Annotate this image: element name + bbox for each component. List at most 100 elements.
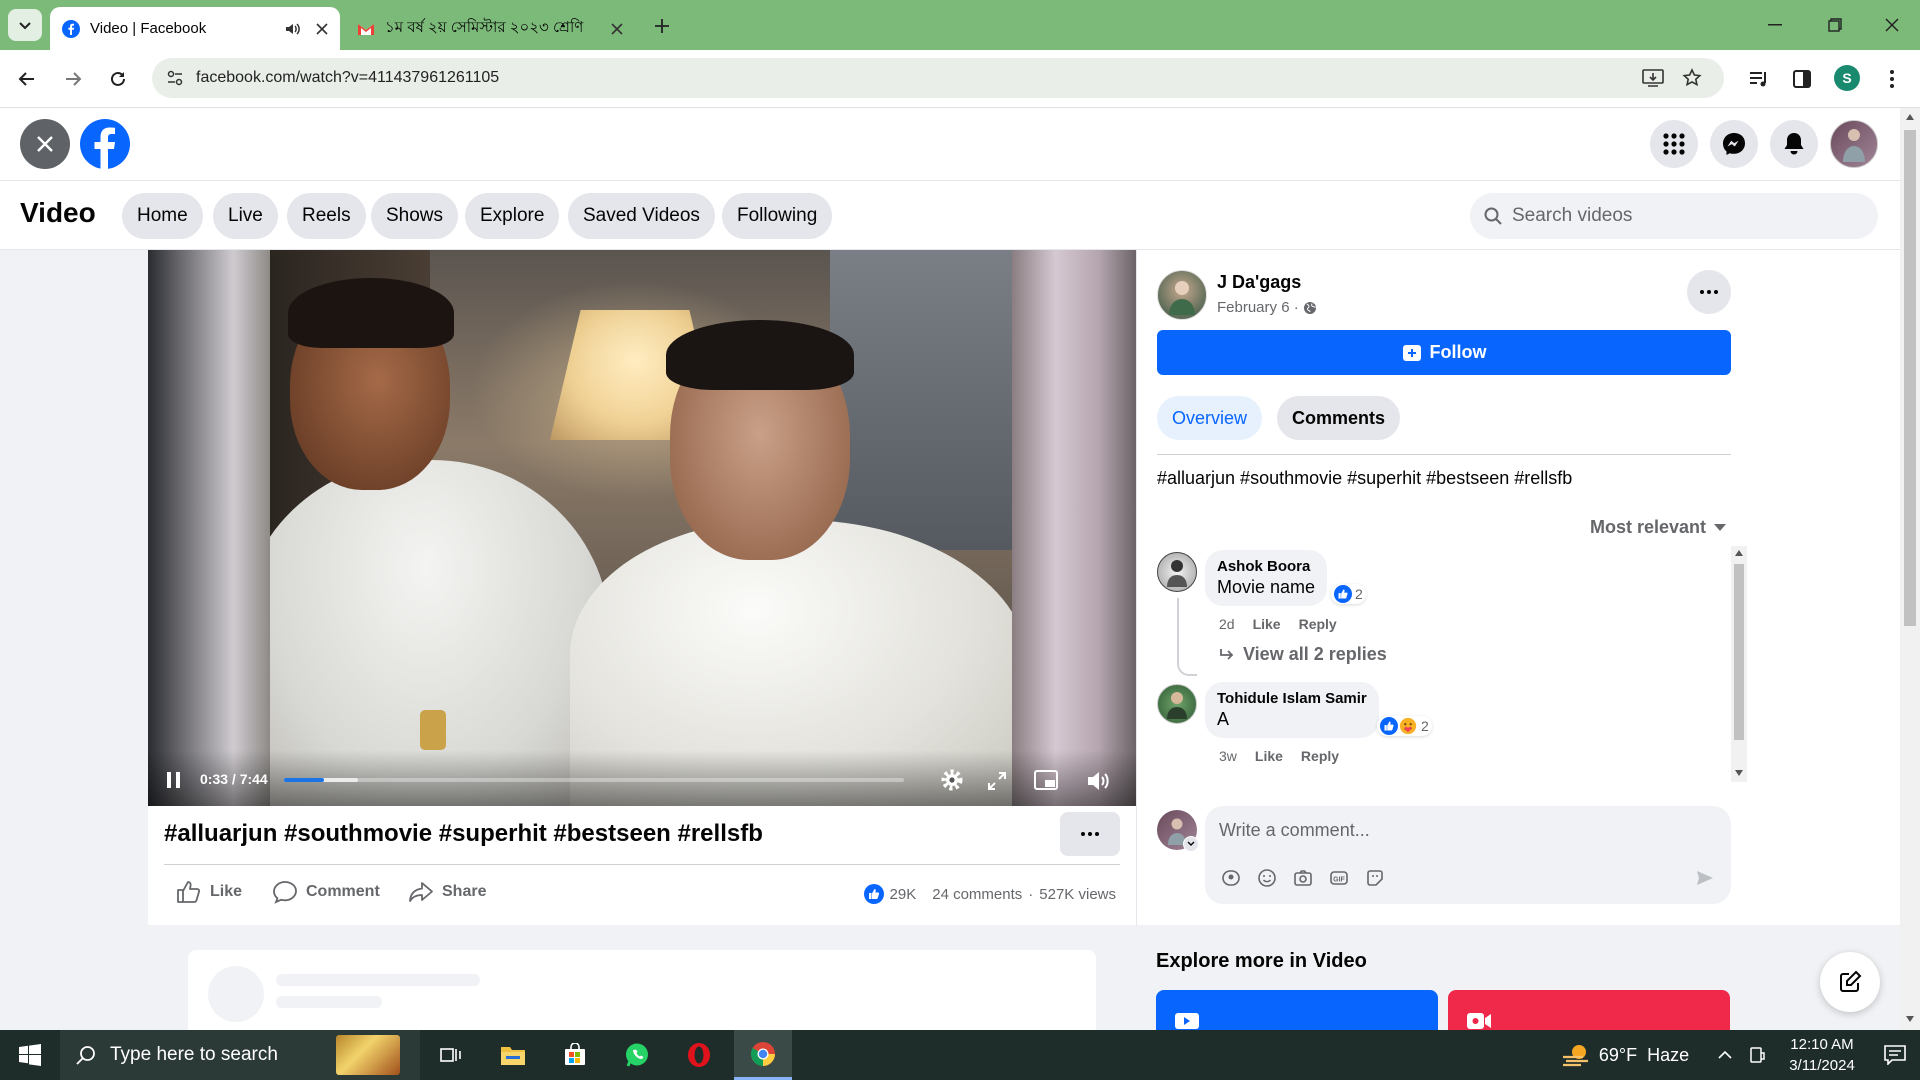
- follow-button[interactable]: Follow: [1157, 330, 1731, 375]
- nav-explore[interactable]: Explore: [465, 193, 560, 239]
- reload-button[interactable]: [103, 64, 133, 94]
- send-icon[interactable]: [1695, 868, 1715, 888]
- scroll-down-icon[interactable]: [1735, 770, 1743, 776]
- comment-reply-link[interactable]: Reply: [1299, 616, 1337, 632]
- nav-reels[interactable]: Reels: [287, 193, 366, 239]
- comment-age[interactable]: 3w: [1219, 748, 1237, 764]
- explore-card-videos[interactable]: [1156, 990, 1438, 1030]
- pause-icon[interactable]: [166, 771, 182, 789]
- sticker-icon[interactable]: [1365, 868, 1385, 888]
- explore-card-live[interactable]: [1448, 990, 1730, 1030]
- view-replies-link[interactable]: View all 2 replies: [1219, 644, 1387, 665]
- volume-icon[interactable]: [1086, 769, 1112, 793]
- post-options-button[interactable]: [1060, 812, 1120, 856]
- author-avatar[interactable]: [1157, 270, 1207, 320]
- new-message-button[interactable]: [1820, 952, 1880, 1012]
- author-name[interactable]: J Da'gags: [1217, 272, 1301, 293]
- camera-icon[interactable]: [1293, 868, 1313, 888]
- comment-sort-dropdown[interactable]: Most relevant: [1590, 517, 1727, 538]
- tab-facebook[interactable]: Video | Facebook: [50, 7, 340, 50]
- progress-track[interactable]: [284, 778, 904, 782]
- page-scrollbar[interactable]: [1900, 108, 1920, 1030]
- notifications-button[interactable]: [1770, 120, 1818, 168]
- close-tab-icon[interactable]: [611, 22, 623, 35]
- nav-shows[interactable]: Shows: [371, 193, 459, 239]
- side-panel-button[interactable]: [1787, 64, 1817, 94]
- tab-comments[interactable]: Comments: [1277, 396, 1401, 440]
- nav-home[interactable]: Home: [122, 193, 203, 239]
- chevron-down-icon[interactable]: [1183, 836, 1199, 852]
- close-video-button[interactable]: [20, 119, 70, 169]
- task-view-button[interactable]: [426, 1030, 476, 1080]
- account-avatar[interactable]: [1830, 120, 1878, 168]
- file-explorer-button[interactable]: [488, 1030, 538, 1080]
- emoji-icon[interactable]: [1257, 868, 1277, 888]
- show-hidden-icons-button[interactable]: [1710, 1030, 1740, 1080]
- reaction-count[interactable]: 29K: [890, 886, 917, 903]
- media-controls-button[interactable]: [1744, 64, 1774, 94]
- tab-gmail[interactable]: ১ম বর্ষ ২য় সেমিস্টার ২০২৩ শ্রেণি: [345, 7, 635, 50]
- comment-avatar[interactable]: [1157, 684, 1197, 724]
- back-button[interactable]: [12, 64, 42, 94]
- close-tab-icon[interactable]: [316, 22, 328, 35]
- tab-search-button[interactable]: [8, 9, 42, 41]
- tab-overview[interactable]: Overview: [1157, 396, 1263, 440]
- author-options-button[interactable]: [1687, 270, 1731, 314]
- bookmark-star-icon[interactable]: [1682, 68, 1702, 88]
- minimize-button[interactable]: [1755, 10, 1795, 40]
- avatar-sticker-icon[interactable]: [1221, 868, 1241, 888]
- nav-saved-videos[interactable]: Saved Videos: [568, 193, 715, 239]
- video-player[interactable]: 0:33 / 7:44: [148, 250, 1136, 806]
- comment-like-link[interactable]: Like: [1255, 748, 1283, 764]
- picture-in-picture-icon[interactable]: [1034, 770, 1058, 792]
- whatsapp-button[interactable]: [612, 1030, 662, 1080]
- profile-avatar[interactable]: S: [1834, 65, 1860, 91]
- comment-reactions[interactable]: 2: [1377, 716, 1432, 736]
- comments-scrollbar[interactable]: [1731, 546, 1747, 782]
- weather-widget[interactable]: 69°F Haze: [1560, 1030, 1690, 1080]
- comment-like-link[interactable]: Like: [1253, 616, 1281, 632]
- fullscreen-icon[interactable]: [987, 771, 1007, 791]
- messenger-button[interactable]: [1710, 120, 1758, 168]
- install-app-icon[interactable]: [1642, 68, 1664, 88]
- comment-reactions[interactable]: 2: [1331, 584, 1366, 604]
- close-window-button[interactable]: [1872, 10, 1912, 40]
- comment-avatar[interactable]: [1157, 552, 1197, 592]
- nav-live[interactable]: Live: [213, 193, 278, 239]
- menu-grid-button[interactable]: [1650, 120, 1698, 168]
- comment-button[interactable]: Comment: [272, 880, 380, 904]
- comment-age[interactable]: 2d: [1219, 616, 1235, 632]
- settings-gear-icon[interactable]: [940, 768, 964, 792]
- comment-reply-link[interactable]: Reply: [1301, 748, 1339, 764]
- restore-button[interactable]: [1815, 10, 1855, 40]
- scroll-down-icon[interactable]: [1906, 1016, 1914, 1022]
- like-button[interactable]: Like: [176, 880, 242, 904]
- opera-button[interactable]: [674, 1030, 724, 1080]
- scroll-up-icon[interactable]: [1735, 550, 1743, 556]
- start-button[interactable]: [0, 1030, 60, 1080]
- microsoft-store-button[interactable]: [550, 1030, 600, 1080]
- site-settings-icon[interactable]: [166, 69, 184, 87]
- browser-menu-button[interactable]: [1880, 64, 1904, 94]
- notification-center-button[interactable]: [1870, 1030, 1920, 1080]
- comments-count[interactable]: 24 comments: [932, 886, 1022, 903]
- page-scroll-thumb[interactable]: [1904, 130, 1916, 626]
- nav-following[interactable]: Following: [722, 193, 833, 239]
- facebook-logo[interactable]: [80, 119, 130, 169]
- speaker-icon[interactable]: [284, 20, 302, 38]
- comment-author[interactable]: Ashok Boora: [1217, 558, 1315, 575]
- address-bar[interactable]: facebook.com/watch?v=411437961261105: [152, 58, 1724, 98]
- comment-composer[interactable]: Write a comment... GIF: [1205, 806, 1731, 904]
- gif-icon[interactable]: GIF: [1329, 868, 1349, 888]
- new-tab-button[interactable]: [648, 12, 676, 40]
- comments-scroll-thumb[interactable]: [1734, 564, 1744, 740]
- share-button[interactable]: Share: [408, 880, 486, 904]
- post-date-text[interactable]: February 6 ·: [1217, 299, 1299, 316]
- clock[interactable]: 12:10 AM 3/11/2024: [1774, 1030, 1870, 1080]
- forward-button[interactable]: [58, 64, 88, 94]
- chrome-button[interactable]: [734, 1030, 792, 1080]
- comment-author[interactable]: Tohidule Islam Samir: [1217, 690, 1367, 707]
- search-videos-input[interactable]: Search videos: [1470, 193, 1878, 239]
- scroll-up-icon[interactable]: [1906, 114, 1914, 120]
- device-tray-button[interactable]: [1742, 1030, 1772, 1080]
